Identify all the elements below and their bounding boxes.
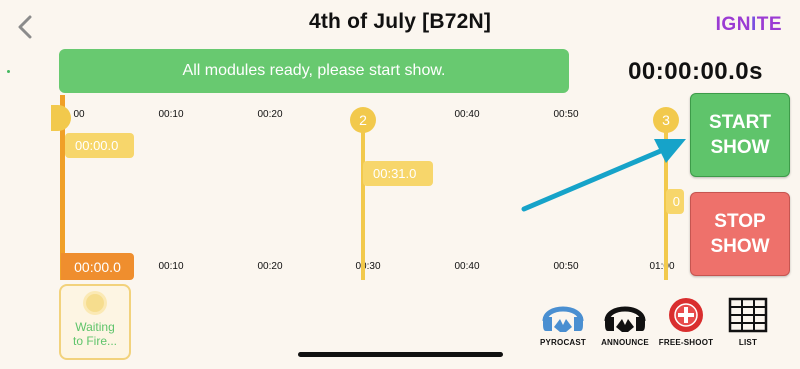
tick-top-2: 00:20: [257, 109, 283, 120]
stop-label-line1: STOP: [714, 211, 766, 232]
show-timer: 00:00:00.0s: [628, 58, 763, 85]
tick-bottom-3: 00:30: [355, 261, 381, 272]
tick-top-0: 00: [73, 109, 85, 120]
tick-top-4: 00:40: [454, 109, 480, 120]
status-banner: All modules ready, please start show.: [59, 49, 569, 93]
list-label: LIST: [738, 338, 758, 347]
free-shoot-label: FREE-SHOOT: [658, 338, 714, 347]
free-shoot-button[interactable]: FREE-SHOOT: [656, 297, 716, 347]
free-shoot-plus-icon: [669, 298, 703, 332]
list-button[interactable]: LIST: [718, 297, 778, 347]
stop-label-line2: SHOW: [710, 236, 770, 257]
tick-bottom-4: 00:40: [454, 261, 480, 272]
waiting-line1: Waiting: [75, 320, 115, 334]
cue-2-line: [361, 113, 365, 280]
announce-button[interactable]: ANNOUNCE: [595, 297, 655, 347]
back-button[interactable]: [12, 14, 38, 40]
waiting-to-fire-status: Waiting to Fire...: [59, 284, 131, 360]
tick-bottom-6: 01:00: [649, 261, 675, 272]
cue-1-flag[interactable]: 00:00.0: [65, 133, 134, 158]
home-indicator[interactable]: [298, 352, 503, 357]
start-label-line1: START: [709, 112, 771, 133]
cue-1-badge[interactable]: [51, 105, 71, 131]
start-label-line2: SHOW: [710, 137, 770, 158]
pyrocast-label: PYROCAST: [539, 338, 587, 347]
annotation-arrow-icon: [521, 139, 686, 212]
tick-top-5: 00:50: [553, 109, 579, 120]
waiting-line2: to Fire...: [72, 334, 117, 348]
cue-2-badge[interactable]: 2: [350, 107, 376, 133]
tick-bottom-2: 00:20: [257, 261, 283, 272]
announce-label: ANNOUNCE: [601, 338, 649, 347]
start-show-button[interactable]: START SHOW: [690, 93, 790, 177]
stop-show-button[interactable]: STOP SHOW: [690, 192, 790, 276]
page-title: 4th of July [B72N]: [308, 10, 492, 33]
status-dot: [7, 70, 10, 73]
sun-icon: [86, 294, 104, 312]
brand-logo: IGNITE: [715, 14, 782, 35]
playhead-time: 00:00.0: [61, 253, 134, 280]
tick-bottom-1: 00:10: [158, 261, 184, 272]
pyrocast-headphones-icon: [542, 306, 584, 332]
pyrocast-button[interactable]: PYROCAST: [533, 297, 593, 347]
tick-top-1: 00:10: [158, 109, 184, 120]
tick-bottom-5: 00:50: [553, 261, 579, 272]
cue-3-badge[interactable]: 3: [653, 107, 679, 133]
list-grid-icon: [728, 297, 768, 333]
chevron-left-icon: [18, 15, 32, 39]
announce-headphones-icon: [604, 306, 646, 332]
cue-2-flag[interactable]: 00:31.0: [363, 161, 433, 186]
